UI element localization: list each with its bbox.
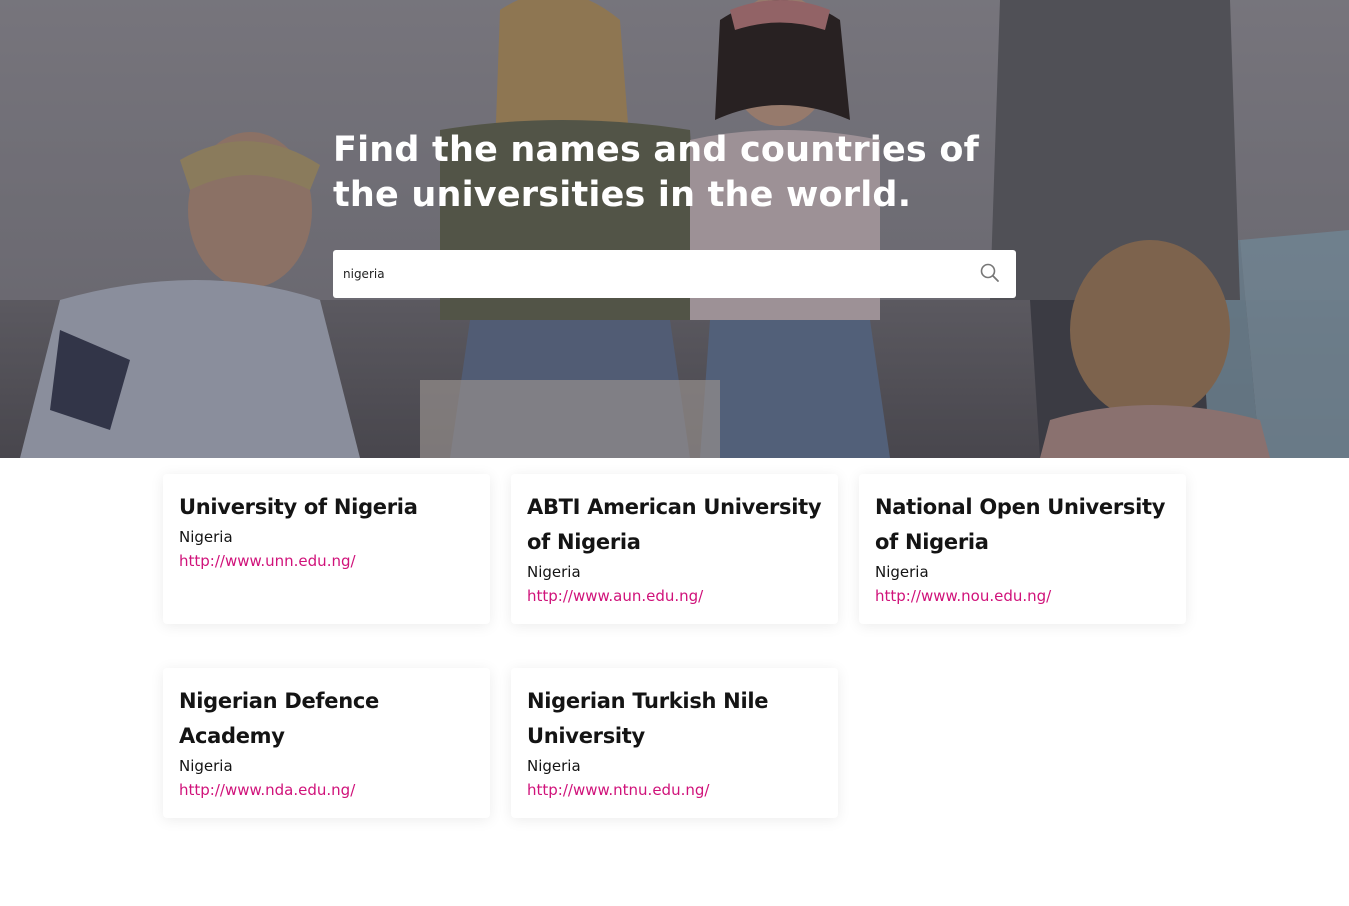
- university-card: National Open University of Nigeria Nige…: [859, 474, 1186, 624]
- university-card: Nigerian Defence Academy Nigeria http://…: [163, 668, 490, 818]
- university-name: ABTI American University of Nigeria: [527, 495, 822, 554]
- university-link[interactable]: http://www.nou.edu.ng/: [875, 584, 1170, 608]
- university-name: Nigerian Turkish Nile University: [527, 689, 769, 748]
- university-link[interactable]: http://www.nda.edu.ng/: [179, 778, 474, 802]
- university-link[interactable]: http://www.ntnu.edu.ng/: [527, 778, 822, 802]
- university-card: ABTI American University of Nigeria Nige…: [511, 474, 838, 624]
- search-button[interactable]: [978, 261, 1002, 285]
- university-country: Nigeria: [527, 563, 581, 581]
- search-icon: [980, 263, 999, 282]
- university-country: Nigeria: [179, 757, 233, 775]
- university-card: Nigerian Turkish Nile University Nigeria…: [511, 668, 838, 818]
- hero-dark-overlay: [0, 0, 1349, 458]
- university-link[interactable]: http://www.unn.edu.ng/: [179, 549, 474, 573]
- hero-title: Find the names and countries of the univ…: [333, 130, 980, 215]
- university-country: Nigeria: [527, 757, 581, 775]
- university-name: Nigerian Defence Academy: [179, 689, 379, 748]
- search-input[interactable]: [333, 250, 963, 298]
- university-card: University of Nigeria Nigeria http://www…: [163, 474, 490, 624]
- hero-banner: Find the names and countries of the univ…: [0, 0, 1349, 458]
- university-link[interactable]: http://www.aun.edu.ng/: [527, 584, 822, 608]
- university-name: University of Nigeria: [179, 495, 418, 519]
- search-bar: [333, 250, 1016, 298]
- university-name: National Open University of Nigeria: [875, 495, 1166, 554]
- university-country: Nigeria: [875, 563, 929, 581]
- university-country: Nigeria: [179, 528, 233, 546]
